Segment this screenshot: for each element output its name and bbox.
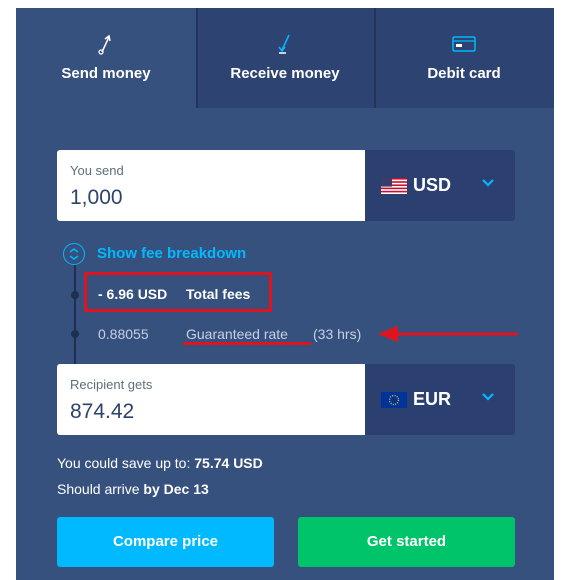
recipient-amount-value: 874.42	[70, 400, 135, 423]
eu-flag-icon	[381, 392, 407, 408]
savings-amount: 75.74 USD	[194, 455, 263, 471]
arrival-date: by Dec 13	[143, 481, 209, 497]
chevron-down-icon	[482, 393, 494, 401]
total-fees-label: Total fees	[186, 286, 251, 302]
chevron-expand-icon	[69, 247, 78, 260]
arrival-text: Should arrive by Dec 13	[57, 481, 209, 497]
tab-send-money[interactable]: Send money	[16, 8, 196, 108]
savings-prefix: You could save up to:	[57, 455, 191, 471]
rate-highlight-underline	[183, 342, 311, 345]
fee-timeline-dot	[71, 291, 79, 299]
transfer-panel: Send money Receive money Debit card You …	[16, 8, 554, 580]
guaranteed-rate-link[interactable]: Guaranteed rate	[186, 326, 288, 342]
recipient-currency-code: EUR	[413, 389, 452, 409]
send-amount-label: You send	[70, 163, 124, 178]
total-fee-amount: - 6.96 USD	[98, 286, 168, 302]
rate-timeline-dot	[71, 330, 79, 338]
recipient-amount-field: Recipient gets 874.42 EUR	[57, 364, 515, 435]
fee-timeline	[74, 248, 76, 364]
fee-breakdown-toggle[interactable]	[63, 243, 85, 265]
send-amount-input[interactable]: You send 1,000	[57, 150, 365, 221]
show-fee-breakdown-link[interactable]: Show fee breakdown	[97, 245, 246, 262]
compare-price-button[interactable]: Compare price	[57, 517, 274, 567]
tab-debit-card[interactable]: Debit card	[374, 8, 554, 108]
tab-send-money-label: Send money	[61, 65, 151, 82]
send-arrow-icon	[98, 34, 111, 55]
get-started-button[interactable]: Get started	[298, 517, 515, 567]
tab-bar: Send money Receive money Debit card	[16, 8, 554, 108]
send-currency-code: USD	[413, 175, 452, 195]
recipient-amount-label: Recipient gets	[70, 377, 153, 392]
annotation-arrow-icon	[378, 326, 518, 342]
chevron-down-icon	[482, 179, 494, 187]
exchange-rate-value: 0.88055	[98, 326, 149, 342]
tab-receive-money[interactable]: Receive money	[196, 8, 374, 108]
send-amount-value: 1,000	[70, 186, 123, 209]
savings-text: You could save up to: 75.74 USD	[57, 455, 263, 471]
guaranteed-rate-duration: (33 hrs)	[313, 326, 362, 342]
tab-receive-money-label: Receive money	[230, 65, 340, 82]
tab-debit-card-label: Debit card	[427, 65, 501, 82]
recipient-amount-input[interactable]: Recipient gets 874.42	[57, 364, 365, 435]
page-edge-strip	[554, 380, 570, 580]
recipient-currency-select[interactable]: EUR	[365, 364, 515, 435]
send-amount-field: You send 1,000 USD	[57, 150, 515, 221]
send-currency-select[interactable]: USD	[365, 150, 515, 221]
receive-arrow-icon	[278, 34, 290, 54]
arrival-prefix: Should arrive	[57, 481, 140, 497]
us-flag-icon	[381, 178, 407, 194]
card-icon	[452, 36, 476, 52]
